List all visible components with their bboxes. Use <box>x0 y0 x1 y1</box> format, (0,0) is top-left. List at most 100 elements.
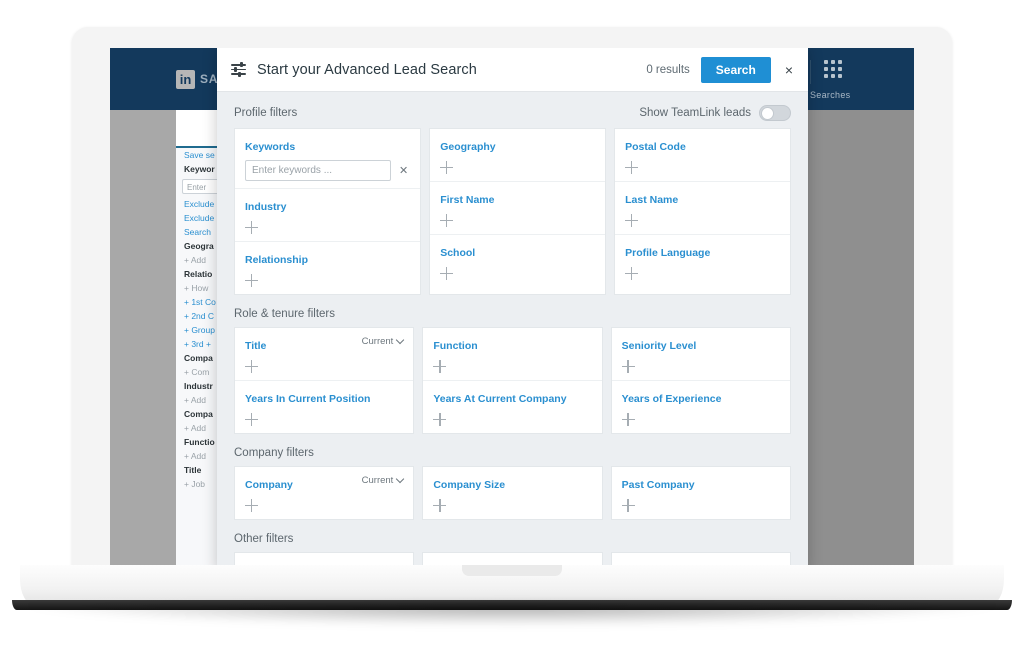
filter-card-keywords: Keywords ✕ <box>235 129 421 189</box>
filter-label: Profile Language <box>625 247 711 259</box>
section-title: Profile filters <box>234 107 298 119</box>
filter-label: Company <box>245 479 293 491</box>
add-filter-icon[interactable] <box>625 214 639 227</box>
filter-card-profile-language: Profile Language <box>615 235 790 287</box>
keywords-input-row: ✕ <box>245 160 410 181</box>
filter-card-seniority-level: Seniority Level <box>611 328 790 381</box>
add-filter-icon[interactable] <box>621 413 635 426</box>
results-count-label: 0 results <box>646 63 690 76</box>
add-filter-icon[interactable] <box>625 161 639 174</box>
chevron-down-icon <box>396 335 405 345</box>
clear-icon[interactable]: ✕ <box>397 164 410 177</box>
section-title: Role & tenure filters <box>234 308 335 320</box>
filter-card-postal-code: Postal Code <box>615 129 790 182</box>
add-filter-icon[interactable] <box>433 360 447 373</box>
filter-label: Industry <box>245 201 287 213</box>
filter-card-past-company: Past Company <box>612 467 790 519</box>
teamlink-toggle[interactable] <box>759 105 791 121</box>
add-filter-icon[interactable] <box>433 499 447 512</box>
filter-card-title: Title Current <box>235 328 414 381</box>
filter-label: First Name <box>440 194 495 206</box>
search-button[interactable]: Search <box>700 56 771 83</box>
filter-label: School <box>440 247 476 259</box>
scope-dropdown-company[interactable]: Current <box>361 474 405 486</box>
add-filter-icon[interactable] <box>245 499 258 512</box>
navbar-searches-label[interactable]: Searches <box>810 90 850 100</box>
filter-label: Relationship <box>245 254 309 266</box>
app-left-rail <box>110 110 176 572</box>
add-filter-icon[interactable] <box>440 161 454 174</box>
add-filter-icon[interactable] <box>245 221 258 234</box>
filter-grid-profile: Keywords ✕ Industry Relationship <box>234 128 791 295</box>
filter-card-industry: Industry <box>235 189 421 242</box>
filter-card-function: Function <box>423 328 602 381</box>
section-title: Other filters <box>234 533 294 545</box>
filter-column: Function Years At Current Company <box>422 327 603 434</box>
scope-dropdown-title[interactable]: Current <box>361 335 405 347</box>
add-filter-icon[interactable] <box>621 499 635 512</box>
filter-card-last-name: Last Name <box>615 182 790 235</box>
filter-label: Function <box>433 340 478 352</box>
filter-card-company: Company Current <box>235 467 413 519</box>
filter-label: Seniority Level <box>621 340 697 352</box>
add-filter-icon[interactable] <box>440 267 454 280</box>
filter-card-school: School <box>430 235 605 287</box>
filter-sliders-icon <box>231 62 246 77</box>
filter-label: Geography <box>440 141 496 153</box>
modal-title: Start your Advanced Lead Search <box>257 61 477 78</box>
filter-label: Past Company <box>621 479 695 491</box>
search-input[interactable] <box>245 160 391 181</box>
filter-card-years-of-experience: Years of Experience <box>612 381 790 433</box>
section-header-profile: Profile filters Show TeamLink leads <box>234 105 791 121</box>
linkedin-logo-icon: in <box>176 69 195 89</box>
filter-column: Postal Code Last Name Profile Language <box>614 128 791 295</box>
app-right-rail <box>808 110 914 572</box>
section-title: Company filters <box>234 447 314 459</box>
modal-header: Start your Advanced Lead Search 0 result… <box>217 48 808 92</box>
teamlink-label: Show TeamLink leads <box>639 107 751 119</box>
section-header-other: Other filters <box>234 533 791 545</box>
filter-card-years-in-current-position: Years In Current Position <box>235 381 413 433</box>
filter-label: Title <box>245 340 267 352</box>
filter-column: Title Current Years In Current Position <box>234 327 415 434</box>
laptop-mockup: in SAL Searches L Save se Keywor Enter <box>0 0 1024 668</box>
filter-column: Company Size <box>422 466 603 520</box>
close-icon[interactable]: × <box>782 61 796 79</box>
grid-apps-icon[interactable] <box>824 60 842 78</box>
add-filter-icon[interactable] <box>245 360 258 373</box>
add-filter-icon[interactable] <box>621 360 635 373</box>
filter-label: Last Name <box>625 194 679 206</box>
laptop-shadow <box>26 604 998 626</box>
add-filter-icon[interactable] <box>433 413 447 426</box>
filter-grid-role-tenure: Title Current Years In Current Position <box>234 327 791 434</box>
advanced-lead-search-modal: Start your Advanced Lead Search 0 result… <box>217 48 808 572</box>
filter-label: Years of Experience <box>621 393 722 405</box>
scope-value: Current <box>361 336 394 347</box>
filter-card-first-name: First Name <box>430 182 606 235</box>
filter-label: Years In Current Position <box>245 393 371 405</box>
filter-label: Company Size <box>433 479 506 491</box>
toggle-knob <box>761 106 774 120</box>
filter-card-company-size: Company Size <box>423 467 601 519</box>
filter-card-geography: Geography <box>430 129 606 182</box>
navbar-right-group: Searches <box>804 48 914 110</box>
filter-card-relationship: Relationship <box>235 242 420 294</box>
filter-label: Years At Current Company <box>433 393 567 405</box>
chevron-down-icon <box>396 474 405 484</box>
scope-value: Current <box>361 475 394 486</box>
filter-column: Keywords ✕ Industry Relationship <box>234 128 422 295</box>
section-header-company: Company filters <box>234 447 791 459</box>
teamlink-toggle-row: Show TeamLink leads <box>639 105 791 121</box>
modal-body: Profile filters Show TeamLink leads Keyw… <box>217 92 808 572</box>
filter-column: Geography First Name School <box>429 128 607 295</box>
laptop-screen: in SAL Searches L Save se Keywor Enter <box>110 48 914 572</box>
add-filter-icon[interactable] <box>245 413 258 426</box>
laptop-notch <box>462 565 562 576</box>
filter-label: Keywords <box>245 141 296 153</box>
add-filter-icon[interactable] <box>625 267 639 280</box>
filter-label: Postal Code <box>625 141 686 153</box>
filter-grid-company: Company Current Company Size Past Compan… <box>234 466 791 520</box>
add-filter-icon[interactable] <box>440 214 454 227</box>
filter-column: Company Current <box>234 466 415 520</box>
add-filter-icon[interactable] <box>245 274 258 287</box>
